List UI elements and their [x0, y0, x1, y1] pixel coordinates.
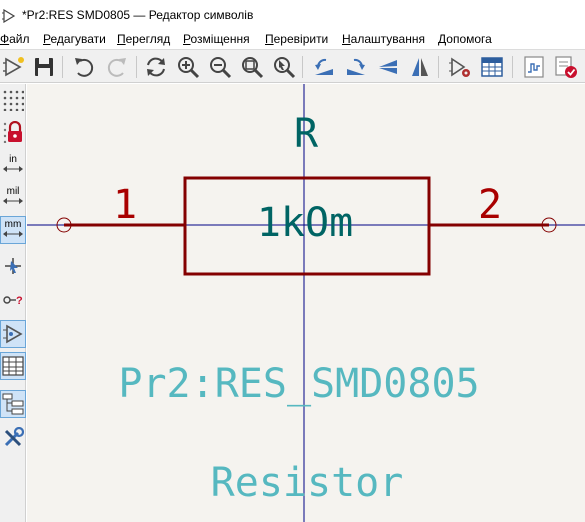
symbol-drawing: 1 2 R 1kOm Pr2:RES_SMD0805 Resistor	[27, 84, 585, 522]
show-hierarchy-button[interactable]	[0, 390, 26, 418]
zoom-fit-icon	[242, 57, 264, 79]
undo-button[interactable]	[70, 53, 98, 81]
mirror-horizontal-icon	[412, 58, 428, 76]
units-mils-label: mil	[6, 186, 20, 197]
symbol-properties-button[interactable]	[446, 53, 474, 81]
menu-inspect-label: еревірити	[273, 32, 329, 46]
simulation-model-icon	[524, 56, 544, 78]
svg-text:?: ?	[16, 295, 23, 307]
pin-table-button[interactable]	[478, 53, 506, 81]
check-symbol-icon	[555, 56, 577, 78]
dimension-arrow-icon	[3, 231, 23, 237]
rotate-cw-icon	[347, 58, 365, 75]
show-hidden-pins-button[interactable]: ?	[0, 286, 26, 314]
menu-view[interactable]: Перегляд	[117, 32, 170, 46]
menu-help[interactable]: Допомога	[438, 32, 492, 46]
menu-bar: Файл Редагувати Перегляд Розміщення Пере…	[0, 30, 585, 48]
zoom-in-icon	[178, 57, 200, 79]
grid-icon	[3, 90, 24, 111]
pin-2-number: 2	[478, 182, 502, 228]
rotate-ccw-button[interactable]	[310, 53, 338, 81]
symbol-canvas[interactable]: 1 2 R 1kOm Pr2:RES_SMD0805 Resistor	[27, 84, 585, 522]
zoom-fit-button[interactable]	[238, 53, 266, 81]
menu-preferences-label: алаштування	[350, 32, 425, 46]
reference-field[interactable]: R	[294, 111, 319, 157]
new-symbol-button[interactable]	[0, 53, 28, 81]
menu-place[interactable]: Розміщення	[183, 32, 250, 46]
menu-view-label: ерегляд	[125, 32, 171, 46]
menu-inspect[interactable]: Перевірити	[265, 32, 328, 46]
menu-preferences-accel: Н	[342, 32, 351, 46]
zoom-selection-icon	[274, 57, 296, 79]
save-icon	[35, 58, 53, 76]
menu-file-accel: Ф	[0, 32, 10, 46]
pin-1-number: 1	[113, 182, 137, 228]
new-symbol-icon	[3, 57, 24, 77]
menu-file-label: айл	[9, 32, 30, 46]
description-field[interactable]: Resistor	[211, 460, 404, 506]
hidden-pins-icon: ?	[3, 295, 23, 307]
pin-table-icon	[481, 57, 503, 77]
symbol-editor-app-icon	[2, 9, 16, 23]
mirror-horizontal-button[interactable]	[406, 53, 434, 81]
library-id-field[interactable]: Pr2:RES_SMD0805	[118, 361, 479, 407]
menu-edit-label: едагувати	[50, 32, 106, 46]
zoom-in-button[interactable]	[174, 53, 202, 81]
toolbar-separator	[62, 56, 63, 78]
toolbar-separator	[438, 56, 439, 78]
properties-manager-button[interactable]	[0, 424, 26, 452]
toolbar-separator	[136, 56, 137, 78]
symbol-properties-icon	[449, 57, 470, 77]
refresh-button[interactable]	[142, 53, 170, 81]
redo-button[interactable]	[103, 53, 131, 81]
refresh-icon	[147, 57, 165, 77]
show-library-tree-button[interactable]	[0, 352, 26, 380]
table-icon	[2, 356, 24, 376]
cursor-shape-button[interactable]	[0, 252, 26, 280]
toolbar-separator	[512, 56, 513, 78]
undo-icon	[75, 58, 94, 77]
units-mm-label: mm	[4, 219, 22, 230]
toolbar-separator	[302, 56, 303, 78]
window-title: *Pr2:RES SMD0805 — Редактор символів	[22, 8, 254, 22]
units-mm-button[interactable]: mm	[0, 216, 26, 244]
units-inches-button[interactable]: in	[0, 152, 26, 180]
value-field[interactable]: 1kOm	[257, 200, 353, 246]
title-bar: *Pr2:RES SMD0805 — Редактор символів	[0, 0, 585, 30]
menu-inspect-accel: П	[265, 32, 274, 46]
crosshair-cursor-icon	[5, 258, 21, 274]
check-symbol-button[interactable]	[552, 53, 580, 81]
menu-view-accel: П	[117, 32, 126, 46]
toggle-grid-button[interactable]	[0, 86, 26, 114]
show-electrical-types-button[interactable]	[0, 320, 26, 348]
tools-icon	[4, 427, 24, 447]
redo-icon	[107, 58, 126, 77]
zoom-out-icon	[210, 57, 232, 79]
zoom-selection-button[interactable]	[270, 53, 298, 81]
zoom-out-button[interactable]	[206, 53, 234, 81]
simulation-model-button[interactable]	[520, 53, 548, 81]
lock-grid-button[interactable]	[0, 118, 26, 146]
menu-edit[interactable]: Редагувати	[43, 32, 106, 46]
hierarchy-tree-icon	[2, 393, 24, 415]
menu-help-label: опомога	[446, 32, 492, 46]
mirror-vertical-icon	[379, 60, 397, 74]
dimension-arrow-icon	[3, 198, 23, 204]
rotate-ccw-icon	[315, 58, 333, 75]
electrical-type-icon	[3, 324, 23, 344]
dimension-arrow-icon	[3, 166, 23, 172]
units-mils-button[interactable]: mil	[0, 184, 26, 212]
save-button[interactable]	[30, 53, 58, 81]
menu-file[interactable]: Файл	[0, 32, 30, 46]
main-toolbar	[0, 49, 585, 83]
menu-place-label: озміщення	[190, 32, 250, 46]
units-inches-label: in	[9, 154, 17, 165]
left-toolbar: in mil mm ?	[0, 84, 26, 522]
mirror-vertical-button[interactable]	[374, 53, 402, 81]
menu-preferences[interactable]: Налаштування	[342, 32, 425, 46]
rotate-cw-button[interactable]	[342, 53, 370, 81]
lock-grid-icon	[3, 121, 22, 143]
